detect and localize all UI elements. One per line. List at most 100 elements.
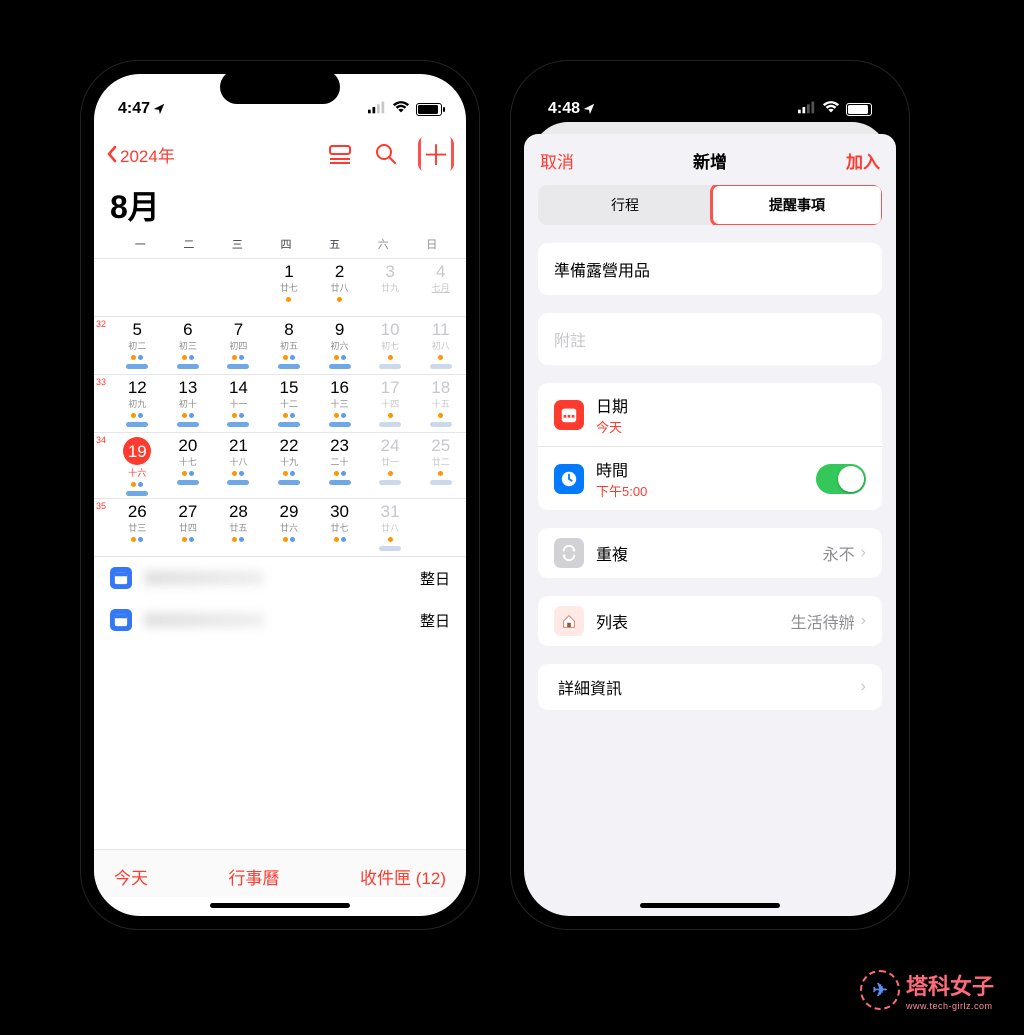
event-row[interactable]: 整日 bbox=[94, 599, 466, 641]
event-indicator-dots bbox=[182, 355, 194, 361]
calendar-day bbox=[415, 499, 466, 556]
calendar-day bbox=[213, 259, 264, 316]
wifi-icon bbox=[392, 100, 410, 119]
allday-label: 整日 bbox=[420, 610, 450, 631]
list-row[interactable]: 列表 生活待辦 › bbox=[538, 596, 882, 646]
repeat-row[interactable]: 重複 永不 › bbox=[538, 528, 882, 578]
event-indicator-dots bbox=[182, 471, 194, 477]
calendar-day[interactable]: 24廿一 bbox=[365, 433, 416, 498]
view-toggle-button[interactable] bbox=[326, 140, 354, 168]
calendar-day[interactable]: 17十四 bbox=[365, 375, 416, 432]
back-to-year-button[interactable]: 2024年 bbox=[106, 142, 175, 167]
calendar-day[interactable]: 16十三 bbox=[314, 375, 365, 432]
calendar-day[interactable]: 6初三 bbox=[163, 317, 214, 374]
event-indicator-dots bbox=[131, 482, 143, 488]
calendar-grid[interactable]: 1廿七2廿八3廿九4七月325初二6初三7初四8初五9初六10初七11初八331… bbox=[94, 258, 466, 557]
plus-icon: ＋ bbox=[421, 136, 451, 172]
redacted-text bbox=[144, 571, 264, 585]
calendar-day[interactable]: 12初九 bbox=[112, 375, 163, 432]
allday-label: 整日 bbox=[420, 568, 450, 589]
event-reminder-segmented-control[interactable]: 行程 提醒事項 bbox=[538, 185, 882, 225]
calendar-day[interactable]: 21十八 bbox=[213, 433, 264, 498]
calendar-day bbox=[163, 259, 214, 316]
event-indicator-dots bbox=[131, 355, 143, 361]
date-row[interactable]: 日期 今天 bbox=[538, 383, 882, 446]
home-indicator[interactable] bbox=[640, 903, 780, 908]
event-indicator-dots bbox=[283, 355, 295, 361]
search-icon bbox=[375, 143, 397, 165]
search-button[interactable] bbox=[372, 140, 400, 168]
event-indicator-dots bbox=[334, 471, 346, 477]
phone-right: 4:48 取消 新增 加入 bbox=[510, 60, 910, 930]
location-nav-icon bbox=[582, 102, 596, 116]
calendar-day[interactable]: 11初八 bbox=[415, 317, 466, 374]
event-list: 整日 整日 bbox=[94, 557, 466, 641]
chevron-right-icon: › bbox=[861, 544, 866, 562]
battery-icon bbox=[846, 103, 872, 116]
event-indicator-dots bbox=[232, 355, 244, 361]
chevron-left-icon bbox=[106, 145, 118, 163]
calendar-day[interactable]: 19十六 bbox=[112, 433, 163, 498]
list-value: 生活待辦 bbox=[791, 609, 855, 633]
calendar-day[interactable]: 15十二 bbox=[264, 375, 315, 432]
week-number: 33 bbox=[94, 375, 112, 432]
week-number bbox=[94, 259, 112, 316]
calendar-day[interactable]: 14十一 bbox=[213, 375, 264, 432]
calendar-event-icon bbox=[110, 609, 132, 631]
time-toggle[interactable] bbox=[816, 464, 866, 494]
calendar-day[interactable]: 29廿六 bbox=[264, 499, 315, 556]
watermark: ✈ 塔科女子 www.tech-girlz.com bbox=[860, 969, 994, 1011]
details-row[interactable]: 詳細資訊 › bbox=[538, 664, 882, 710]
battery-icon bbox=[416, 103, 442, 116]
calendar-day[interactable]: 28廿五 bbox=[213, 499, 264, 556]
calendar-day[interactable]: 13初十 bbox=[163, 375, 214, 432]
calendar-day[interactable]: 7初四 bbox=[213, 317, 264, 374]
segment-reminder-selected-highlighted[interactable]: 提醒事項 bbox=[710, 185, 882, 225]
notes-input[interactable]: 附註 bbox=[538, 313, 882, 365]
calendar-day[interactable]: 9初六 bbox=[314, 317, 365, 374]
event-indicator-dots bbox=[232, 471, 244, 477]
status-time: 4:48 bbox=[548, 100, 580, 118]
home-indicator[interactable] bbox=[210, 903, 350, 908]
calendar-day[interactable]: 27廿四 bbox=[163, 499, 214, 556]
segment-event[interactable]: 行程 bbox=[540, 187, 710, 223]
today-button[interactable]: 今天 bbox=[114, 864, 148, 889]
week-number: 35 bbox=[94, 499, 112, 556]
calendar-day[interactable]: 4七月 bbox=[415, 259, 466, 316]
add-event-button-highlighted[interactable]: ＋ bbox=[418, 136, 454, 172]
calendar-day[interactable]: 23二十 bbox=[314, 433, 365, 498]
list-view-icon bbox=[328, 144, 352, 164]
calendar-day[interactable]: 3廿九 bbox=[365, 259, 416, 316]
phone-left: 4:47 2024年 bbox=[80, 60, 480, 930]
calendar-day bbox=[112, 259, 163, 316]
event-indicator-dots bbox=[283, 413, 295, 419]
add-button[interactable]: 加入 bbox=[846, 148, 880, 173]
calendar-day[interactable]: 5初二 bbox=[112, 317, 163, 374]
dynamic-island bbox=[650, 70, 770, 104]
calendar-day[interactable]: 8初五 bbox=[264, 317, 315, 374]
calendar-day[interactable]: 31廿八 bbox=[365, 499, 416, 556]
repeat-value: 永不 bbox=[823, 541, 855, 565]
calendar-day[interactable]: 18十五 bbox=[415, 375, 466, 432]
calendar-day[interactable]: 25廿二 bbox=[415, 433, 466, 498]
event-row[interactable]: 整日 bbox=[94, 557, 466, 599]
calendar-day[interactable]: 22十九 bbox=[264, 433, 315, 498]
time-row[interactable]: 時間 下午5:00 bbox=[538, 446, 882, 510]
event-indicator-dots bbox=[182, 413, 194, 419]
chevron-right-icon: › bbox=[861, 612, 866, 630]
calendar-day[interactable]: 10初七 bbox=[365, 317, 416, 374]
event-indicator-dots bbox=[232, 413, 244, 419]
inbox-button[interactable]: 收件匣 (12) bbox=[360, 864, 446, 889]
wifi-icon bbox=[822, 100, 840, 119]
calendar-day[interactable]: 2廿八 bbox=[314, 259, 365, 316]
calendar-day[interactable]: 26廿三 bbox=[112, 499, 163, 556]
clock-icon bbox=[554, 464, 584, 494]
reminder-title-input[interactable]: 準備露營用品 bbox=[538, 243, 882, 295]
calendars-button[interactable]: 行事曆 bbox=[229, 864, 280, 889]
new-event-sheet: 取消 新增 加入 行程 提醒事項 準備露營用品 bbox=[524, 134, 896, 916]
event-indicator-dots bbox=[334, 413, 346, 419]
calendar-day[interactable]: 20十七 bbox=[163, 433, 214, 498]
calendar-day[interactable]: 30廿七 bbox=[314, 499, 365, 556]
cancel-button[interactable]: 取消 bbox=[540, 148, 574, 173]
calendar-day[interactable]: 1廿七 bbox=[264, 259, 315, 316]
